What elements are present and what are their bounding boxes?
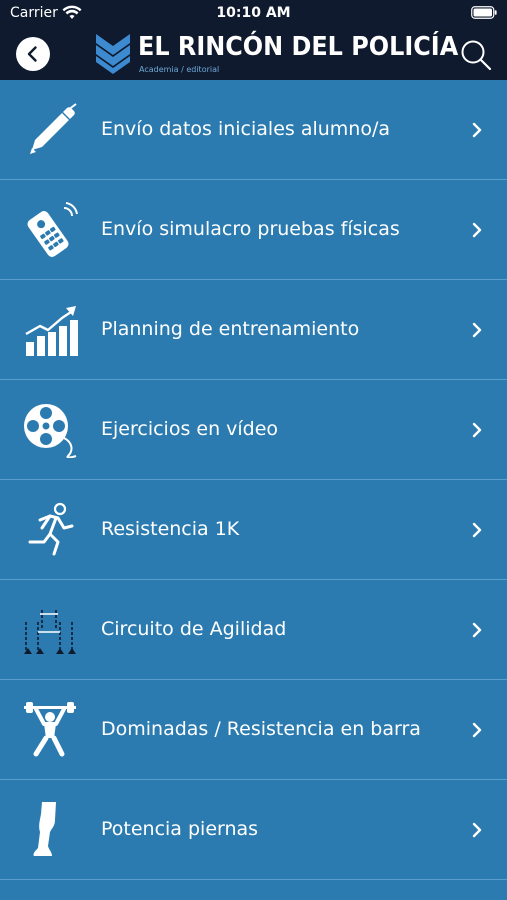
menu-item-planning[interactable]: Planning de entrenamiento	[0, 280, 507, 380]
menu-item-label: Envío simulacro pruebas físicas	[101, 218, 400, 240]
chevron-right-icon	[472, 522, 482, 538]
menu-item-label: Circuito de Agilidad	[101, 618, 287, 640]
film-reel-icon	[24, 404, 77, 458]
menu-item-potencia-piernas[interactable]: Potencia piernas	[0, 780, 507, 880]
menu-item-label: Dominadas / Resistencia en barra	[101, 718, 421, 740]
status-bar: Carrier 10:10 AM	[0, 0, 507, 28]
runner-icon	[28, 502, 74, 556]
chevron-right-icon	[472, 722, 482, 738]
app-subtitle: Academia / editorial	[139, 65, 220, 74]
menu-item-ejercicios-video[interactable]: Ejercicios en vídeo	[0, 380, 507, 480]
menu-item-label: Ejercicios en vídeo	[101, 418, 279, 440]
back-button[interactable]	[16, 37, 50, 71]
menu-item-circuito-agilidad[interactable]: Circuito de Agilidad	[0, 580, 507, 680]
battery-icon	[471, 6, 497, 19]
remote-control-icon	[27, 202, 78, 257]
agility-hurdles-icon	[24, 610, 76, 654]
chevron-left-icon	[27, 46, 37, 62]
weightlifter-icon	[24, 702, 76, 757]
growth-chart-icon	[25, 306, 78, 356]
menu-item-resistencia-1k[interactable]: Resistencia 1K	[0, 480, 507, 580]
chevron-right-icon	[472, 422, 482, 438]
status-time: 10:10 AM	[216, 5, 291, 21]
pen-icon	[30, 103, 77, 154]
menu-item-simulacro[interactable]: Envío simulacro pruebas físicas	[0, 180, 507, 280]
menu-item-label: Potencia piernas	[101, 818, 259, 840]
search-icon	[461, 40, 492, 71]
menu-item-label: Envío datos iniciales alumno/a	[101, 118, 391, 140]
app-header: EL RINCÓN DEL POLICÍA Academia / editori…	[0, 28, 507, 80]
chevron-right-icon	[472, 222, 482, 238]
chevron-right-icon	[472, 122, 482, 138]
menu-item-label: Resistencia 1K	[101, 518, 240, 540]
menu-item-datos-iniciales[interactable]: Envío datos iniciales alumno/a	[0, 80, 507, 180]
chevron-right-icon	[472, 622, 482, 638]
chevron-right-icon	[472, 322, 482, 338]
leg-icon	[33, 802, 56, 856]
app-title: EL RINCÓN DEL POLICÍA	[138, 32, 459, 62]
logo-chevrons-icon	[96, 34, 130, 74]
search-button[interactable]	[459, 38, 493, 72]
menu-item-dominadas[interactable]: Dominadas / Resistencia en barra	[0, 680, 507, 780]
chevron-right-icon	[472, 822, 482, 838]
menu-item-label: Planning de entrenamiento	[101, 318, 360, 340]
menu-list: Envío datos iniciales alumno/a Envío sim…	[0, 80, 507, 880]
